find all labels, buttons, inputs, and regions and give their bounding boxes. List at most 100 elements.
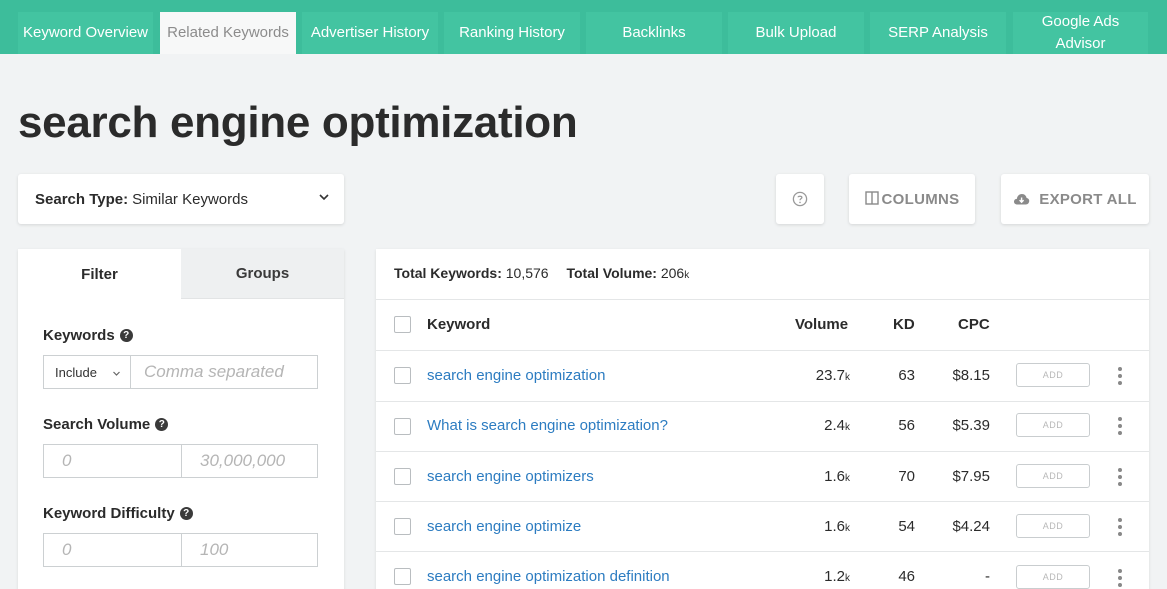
- divider: [376, 401, 1149, 402]
- divider: [376, 551, 1149, 552]
- column-header-volume[interactable]: Volume: [795, 316, 848, 333]
- tab-keyword-overview[interactable]: Keyword Overview: [18, 12, 153, 54]
- volume-cell: 1.6k: [824, 518, 850, 535]
- search-type-dropdown[interactable]: Search Type: Similar Keywords: [18, 174, 344, 224]
- more-options-icon[interactable]: [1117, 468, 1123, 488]
- cloud-download-icon: [1014, 194, 1030, 205]
- add-button[interactable]: ADD: [1016, 514, 1090, 538]
- page-title: search engine optimization: [18, 98, 578, 147]
- columns-icon: [864, 191, 879, 205]
- kd-cell: 56: [898, 417, 915, 434]
- divider: [376, 299, 1149, 300]
- volume-cell: 1.6k: [824, 468, 850, 485]
- row-checkbox[interactable]: [394, 518, 411, 535]
- tab-backlinks[interactable]: Backlinks: [586, 12, 722, 54]
- column-header-keyword[interactable]: Keyword: [427, 316, 490, 333]
- help-icon[interactable]: ?: [155, 418, 169, 431]
- tab-bulk-upload[interactable]: Bulk Upload: [728, 12, 864, 54]
- export-all-label: EXPORT ALL: [1039, 190, 1137, 208]
- top-nav: Keyword Overview Related Keywords Advert…: [0, 0, 1167, 54]
- search-volume-max-input[interactable]: 30,000,000: [182, 445, 318, 477]
- search-volume-range: 0 30,000,000: [43, 444, 318, 478]
- columns-button[interactable]: COLUMNS: [849, 174, 975, 224]
- keyword-link[interactable]: search engine optimizers: [427, 468, 594, 485]
- keyword-difficulty-min-input[interactable]: 0: [44, 534, 181, 566]
- tab-related-keywords[interactable]: Related Keywords: [160, 12, 296, 54]
- kd-cell: 54: [898, 518, 915, 535]
- keyword-link[interactable]: search engine optimize: [427, 518, 581, 535]
- tab-google-ads-advisor[interactable]: Google Ads Advisor: [1013, 12, 1148, 54]
- tab-groups[interactable]: Groups: [181, 249, 344, 299]
- export-all-button[interactable]: EXPORT ALL: [1001, 174, 1149, 224]
- row-checkbox[interactable]: [394, 418, 411, 435]
- row-checkbox[interactable]: [394, 568, 411, 585]
- column-header-kd[interactable]: KD: [893, 316, 915, 333]
- volume-value: 23.7: [815, 367, 845, 384]
- search-volume-min-input[interactable]: 0: [44, 445, 181, 477]
- search-type-label: Search Type:: [35, 190, 129, 208]
- total-keywords-label: Total Keywords:: [394, 265, 502, 281]
- kd-cell: 63: [898, 367, 915, 384]
- question-circle-icon: [792, 191, 808, 207]
- kd-cell: 70: [898, 468, 915, 485]
- more-options-icon[interactable]: [1117, 518, 1123, 538]
- chevron-down-icon: [113, 371, 120, 376]
- volume-unit: k: [845, 573, 850, 584]
- help-button[interactable]: [776, 174, 824, 224]
- results-summary: Total Keywords: 10,576 Total Volume: 206…: [394, 265, 689, 281]
- add-button[interactable]: ADD: [1016, 565, 1090, 589]
- keywords-input[interactable]: Comma separated: [130, 355, 318, 389]
- include-value: Include: [55, 364, 97, 380]
- more-options-icon[interactable]: [1117, 367, 1123, 387]
- volume-cell: 1.2k: [824, 568, 850, 585]
- search-volume-label-text: Search Volume: [43, 416, 151, 433]
- column-header-cpc[interactable]: CPC: [958, 316, 990, 333]
- keyword-link[interactable]: search engine optimization: [427, 367, 605, 384]
- total-keywords-value: 10,576: [505, 265, 549, 281]
- volume-unit: k: [845, 422, 850, 433]
- tab-filter[interactable]: Filter: [18, 249, 181, 299]
- tab-advertiser-history[interactable]: Advertiser History: [302, 12, 438, 54]
- divider: [376, 501, 1149, 502]
- select-all-checkbox[interactable]: [394, 316, 411, 333]
- keyword-link[interactable]: What is search engine optimization?: [427, 417, 668, 434]
- cpc-cell: $4.24: [952, 518, 990, 535]
- search-volume-filter-label: Search Volume ?: [43, 416, 169, 433]
- row-checkbox[interactable]: [394, 468, 411, 485]
- total-volume-value: 206: [660, 265, 685, 281]
- keyword-link[interactable]: search engine optimization definition: [427, 568, 670, 585]
- total-volume-unit: k: [684, 270, 690, 281]
- tab-serp-analysis[interactable]: SERP Analysis: [870, 12, 1006, 54]
- help-icon[interactable]: ?: [179, 507, 193, 520]
- volume-value: 2.4: [824, 417, 845, 434]
- keyword-difficulty-range: 0 100: [43, 533, 318, 567]
- kd-cell: 46: [898, 568, 915, 585]
- volume-unit: k: [845, 372, 850, 383]
- add-button[interactable]: ADD: [1016, 363, 1090, 387]
- keywords-label-text: Keywords: [43, 327, 115, 344]
- divider: [376, 451, 1149, 452]
- results-panel: Total Keywords: 10,576 Total Volume: 206…: [376, 249, 1149, 589]
- add-button[interactable]: ADD: [1016, 464, 1090, 488]
- chevron-down-icon: [319, 194, 329, 201]
- volume-cell: 2.4k: [824, 417, 850, 434]
- divider: [376, 350, 1149, 351]
- more-options-icon[interactable]: [1117, 569, 1123, 589]
- more-options-icon[interactable]: [1117, 417, 1123, 437]
- include-select[interactable]: Include: [43, 355, 131, 389]
- volume-value: 1.6: [824, 468, 845, 485]
- keywords-filter-label: Keywords ?: [43, 327, 133, 344]
- cpc-cell: $8.15: [952, 367, 990, 384]
- keyword-difficulty-max-input[interactable]: 100: [182, 534, 318, 566]
- cpc-cell: $7.95: [952, 468, 990, 485]
- filter-panel: Filter Groups Keywords ? Include Comma s…: [18, 249, 344, 589]
- total-volume-label: Total Volume:: [566, 265, 657, 281]
- cpc-cell: -: [985, 568, 990, 585]
- help-icon[interactable]: ?: [119, 329, 133, 342]
- tab-ranking-history[interactable]: Ranking History: [444, 12, 580, 54]
- keyword-difficulty-label-text: Keyword Difficulty: [43, 505, 175, 522]
- row-checkbox[interactable]: [394, 367, 411, 384]
- volume-value: 1.2: [824, 568, 845, 585]
- add-button[interactable]: ADD: [1016, 413, 1090, 437]
- volume-unit: k: [845, 523, 850, 534]
